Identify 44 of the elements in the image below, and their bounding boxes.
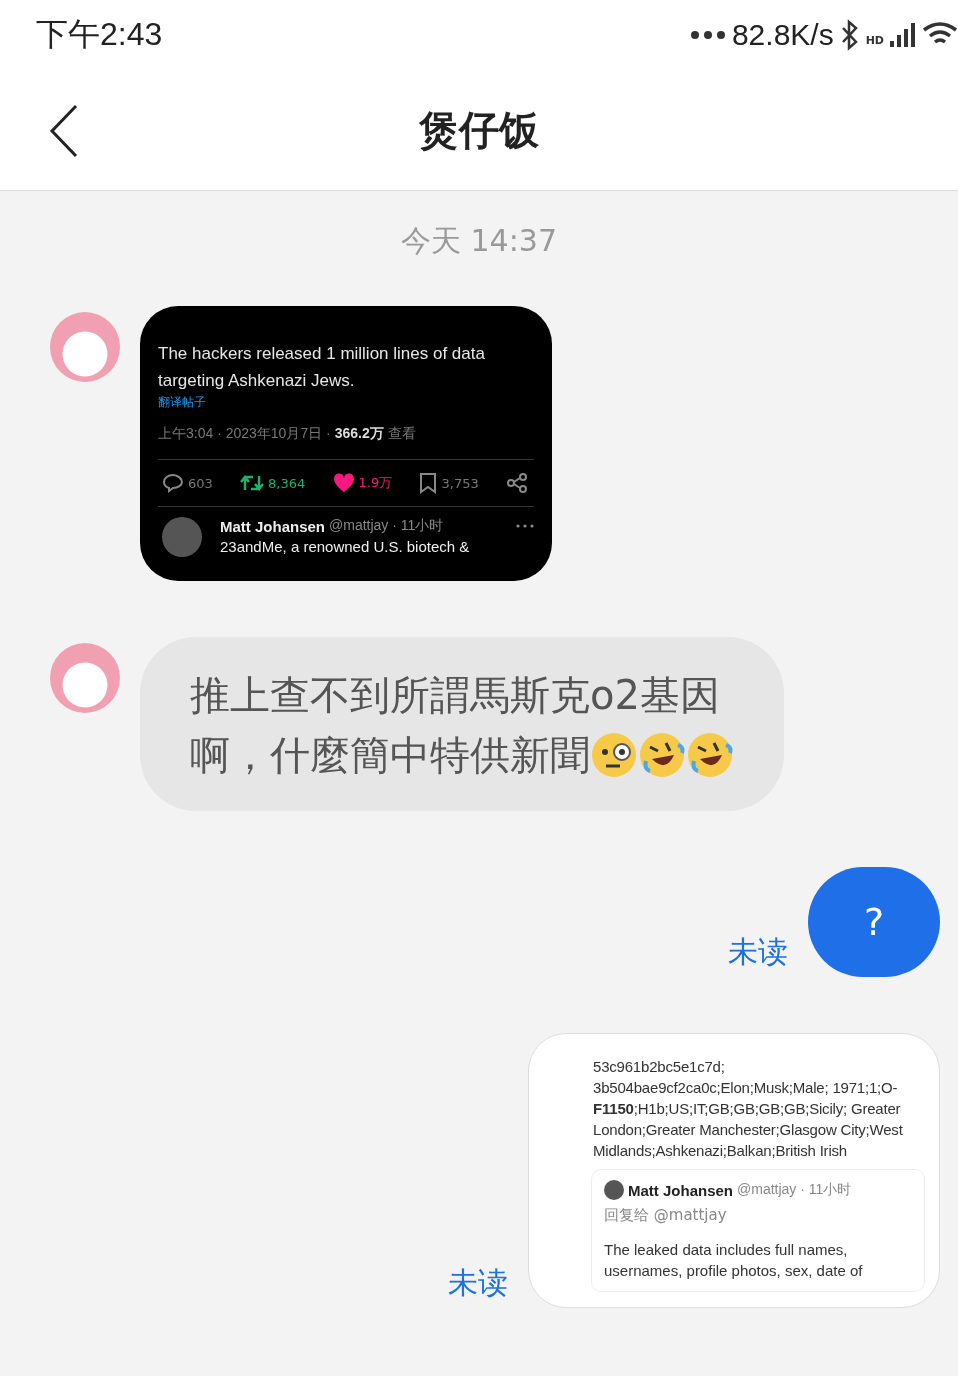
dots-icon <box>689 30 726 40</box>
back-icon <box>48 104 80 158</box>
message-bubble[interactable]: ? <box>808 867 940 977</box>
laughing-face-emoji-icon <box>638 731 686 779</box>
message-bubble[interactable]: 推上查不到所謂馬斯克o2基因 啊，什麼簡中特供新聞 <box>140 637 784 811</box>
network-type-label: HD <box>865 34 884 47</box>
author-handle: @mattjay · 11小时 <box>329 517 445 535</box>
message-timestamp: 今天 14:37 <box>401 222 557 260</box>
stat-count: 3,753 <box>441 475 479 491</box>
chat-title: 煲仔饭 <box>419 105 539 155</box>
unread-status: 未读 <box>448 1264 508 1302</box>
author-name: Matt Johansen <box>628 1181 733 1199</box>
message-text: ? <box>863 900 885 944</box>
tweet-screenshot[interactable]: The hackers released 1 million lines of data targeting Ashkenazi Jews. 翻译帖子 上午3:04 · 2023年10月7日 · 366.2万 查看 603 8,364 1.9万 3,753 Matt Johansen @mattjay · 11小时 23andMe, a renowned U.S. biotech & <box>140 306 552 581</box>
comment-icon[interactable] <box>162 473 184 493</box>
bluetooth-icon <box>839 19 860 51</box>
signal-icon <box>890 21 916 49</box>
unread-status: 未读 <box>728 933 788 971</box>
repost-icon[interactable] <box>240 474 265 492</box>
heart-icon[interactable] <box>332 473 355 493</box>
author-name: Matt Johansen <box>220 517 325 535</box>
data-screenshot[interactable] <box>528 1033 940 1308</box>
laughing-face-emoji-icon <box>686 731 734 779</box>
stat-count: 1.9万 <box>358 474 393 492</box>
share-icon[interactable] <box>505 472 528 494</box>
stat-count: 8,364 <box>268 475 306 491</box>
data-text: 53c961b2bc5e1c7d; 3b504bae9cf2ca0c;Elon;Musk;Male; 1971;1;O-F1150;H1b;US;IT;GB;GB;GB;GB;Sicily; Greater London;Greater Manchester;Glasgow City;West Midlands;Ashkenazi;Balkan;British Irish <box>593 1057 904 1161</box>
tweet-meta: 上午3:04 · 2023年10月7日 · 366.2万 查看 <box>158 425 417 443</box>
network-speed: 82.8K/s <box>731 18 834 52</box>
avatar-placeholder <box>604 1180 624 1200</box>
reply-text: 23andMe, a renowned U.S. biotech & <box>220 538 471 555</box>
reply-to-text: 回复给 @mattjay <box>604 1206 728 1225</box>
more-icon <box>516 524 534 528</box>
translate-link: 翻译帖子 <box>158 394 207 411</box>
tweet-text: The hackers released 1 million lines of data targeting Ashkenazi Jews. <box>158 343 486 392</box>
avatar-placeholder <box>162 517 202 557</box>
author-handle: @mattjay · 11小时 <box>737 1181 853 1199</box>
stat-count: 603 <box>188 475 213 491</box>
bookmark-icon[interactable] <box>419 472 438 494</box>
message-text: 啊，什麼簡中特供新聞 <box>190 731 590 780</box>
reply-text: The leaked data includes full names, usernames, profile photos, sex, date of <box>604 1240 864 1281</box>
message-text: 推上查不到所謂馬斯克o2基因 <box>190 671 720 720</box>
monocle-face-emoji-icon <box>590 731 638 779</box>
status-time: 下午2:43 <box>36 15 163 54</box>
